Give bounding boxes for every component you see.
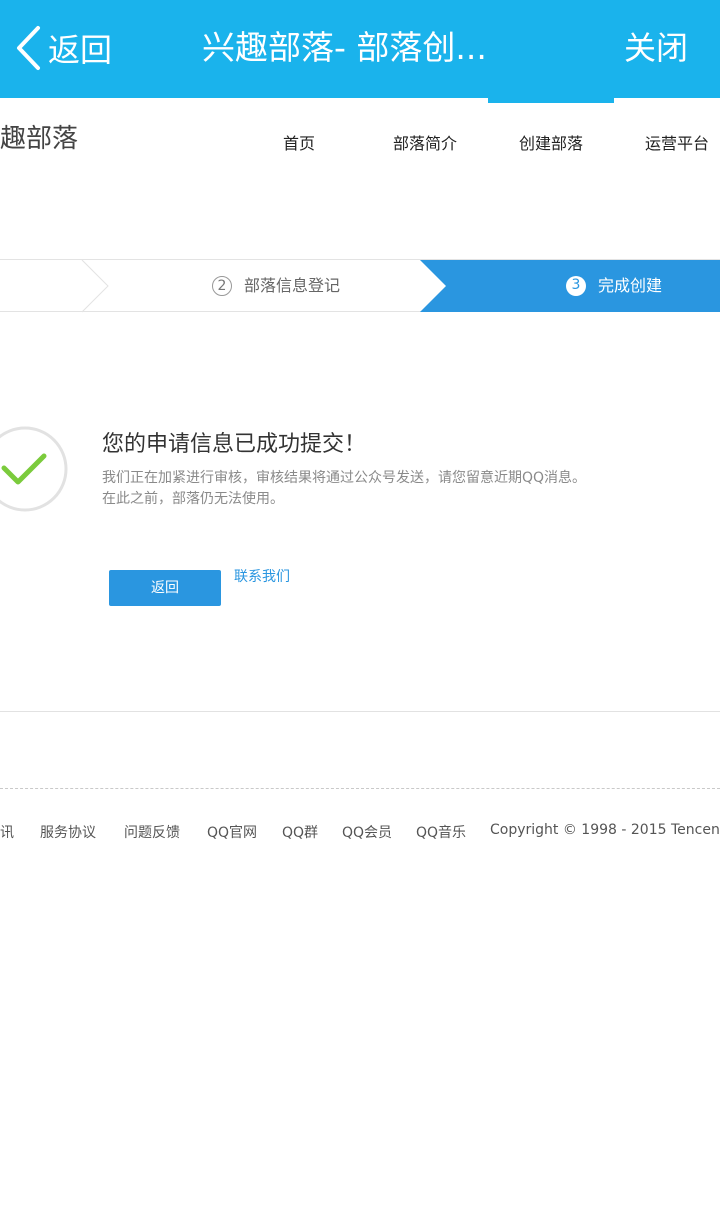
step-2-number: 2 (212, 275, 232, 296)
footer-link-terms[interactable]: 服务协议 (40, 822, 96, 842)
back-label: 返回 (48, 31, 113, 69)
footer-link-qq-vip[interactable]: QQ会员 (342, 822, 392, 842)
dashed-divider (0, 788, 720, 789)
step-2-label: 部落信息登记 (244, 276, 341, 295)
back-button[interactable]: 返回 (14, 22, 112, 74)
site-logo[interactable]: 趣部落 (0, 118, 78, 155)
footer-copyright: Copyright © 1998 - 2015 Tencent A (490, 822, 720, 838)
footer-link-feedback[interactable]: 问题反馈 (124, 822, 180, 842)
step-3-number: 3 (566, 275, 586, 296)
nav-item-create[interactable]: 创建部落 (488, 130, 614, 154)
contact-us-link[interactable]: 联系我们 (234, 566, 290, 586)
step-2: 2 部落信息登记 (212, 259, 340, 312)
chevron-left-icon (17, 26, 40, 70)
return-button[interactable]: 返回 (109, 570, 221, 606)
step-3: 3 完成创建 (566, 259, 662, 312)
nav-item-intro[interactable]: 部落简介 (362, 130, 488, 154)
divider (0, 711, 720, 712)
footer-link-partial[interactable]: 讯 (0, 822, 14, 842)
app-bar: 返回 兴趣部落- 部落创... 关闭 (0, 0, 720, 98)
nav-active-indicator (488, 98, 614, 103)
check-circle-icon (0, 426, 68, 512)
footer-link-qq-site[interactable]: QQ官网 (207, 822, 257, 842)
nav-item-home[interactable]: 首页 (236, 130, 362, 154)
nav-item-ops[interactable]: 运营平台 (614, 130, 720, 154)
success-desc-line-1: 我们正在加紧进行审核，审核结果将通过公众号发送，请您留意近期QQ消息。 (102, 470, 587, 486)
success-title: 您的申请信息已成功提交！ (102, 432, 367, 457)
page-title: 兴趣部落- 部落创... (202, 28, 487, 67)
step-3-label: 完成创建 (598, 276, 663, 295)
footer-link-qq-group[interactable]: QQ群 (282, 822, 318, 842)
success-desc-line-2: 在此之前，部落仍无法使用。 (102, 491, 284, 507)
success-description: 我们正在加紧进行审核，审核结果将通过公众号发送，请您留意近期QQ消息。 在此之前… (102, 468, 592, 510)
footer-link-qq-music[interactable]: QQ音乐 (416, 822, 466, 842)
close-button[interactable]: 关闭 (624, 22, 688, 74)
